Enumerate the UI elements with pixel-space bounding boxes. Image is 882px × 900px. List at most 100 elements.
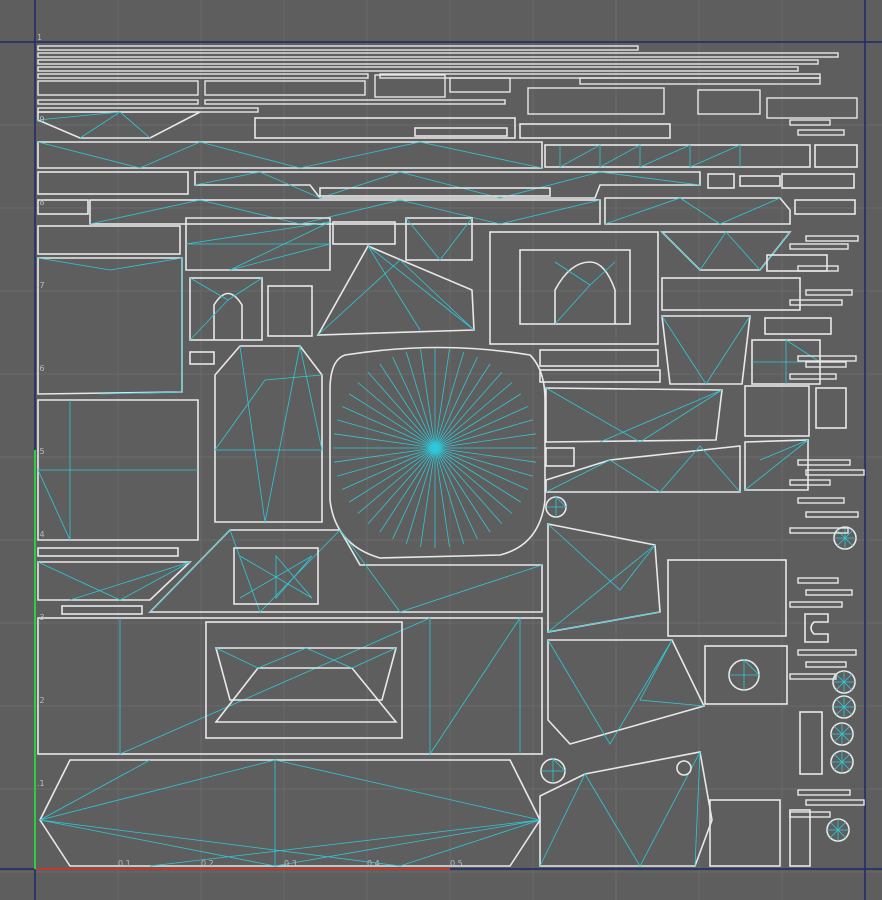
v-tick-label: 1 [37,33,42,42]
uv-circle-shell[interactable] [830,750,854,774]
uv-shell[interactable] [704,645,788,705]
uv-shell[interactable] [799,711,823,775]
uv-shell[interactable] [37,171,189,195]
v-tick-label: .8 [37,198,45,207]
v-tick-label: .6 [37,364,45,373]
uv-shell[interactable] [540,758,566,784]
uv-shell[interactable] [319,187,551,197]
uv-editor-viewport[interactable]: 0.1 0.2 0.3 0.4 0.5 1 .9 .8 .7 .6 .5 .4 … [0,0,882,900]
uv-shell[interactable] [37,225,181,255]
uv-shell[interactable] [660,231,792,271]
uv-circle-shell[interactable] [826,818,850,842]
uv-strip[interactable] [797,649,857,656]
radial-edge [336,419,436,449]
uv-shells[interactable] [37,45,865,867]
uv-shell[interactable] [148,529,543,613]
uv-strip[interactable] [789,373,837,380]
uv-strip[interactable] [805,469,865,476]
uv-shell[interactable] [214,345,323,523]
uv-strip[interactable] [805,361,847,368]
u-tick-label: 0.3 [284,859,297,868]
uv-strip[interactable] [789,299,843,306]
uv-shell[interactable] [37,141,543,169]
uv-shell[interactable] [332,221,396,245]
uv-strip[interactable] [797,129,845,136]
uv-shell[interactable] [814,144,858,168]
uv-strip[interactable] [797,355,857,362]
u-tick-label: 0.4 [367,859,380,868]
uv-strip[interactable] [805,235,859,242]
v-tick-label: .3 [37,613,45,622]
uv-shell[interactable] [804,613,829,643]
uv-shell[interactable] [194,171,701,199]
uv-shell[interactable] [545,496,567,518]
uv-circle-shell[interactable] [832,695,856,719]
radial-edge [434,447,513,514]
uv-shell[interactable] [37,199,89,215]
uv-shell[interactable] [794,199,856,215]
uv-shell[interactable] [37,616,543,756]
uv-strip[interactable] [797,497,845,504]
uv-strip[interactable] [805,511,859,518]
uv-strip[interactable] [797,789,851,796]
v-tick-label: .9 [37,115,45,124]
uv-shell[interactable] [414,127,508,137]
uv-canvas[interactable]: 0.1 0.2 0.3 0.4 0.5 1 .9 .8 .7 .6 .5 .4 … [0,0,882,900]
uv-shell[interactable] [539,369,661,383]
uv-strip-group[interactable] [37,45,858,119]
uv-shell[interactable] [744,385,810,437]
uv-shell[interactable] [781,173,855,189]
uv-shell[interactable] [604,197,791,225]
radial-edge [434,351,465,449]
uv-strip[interactable] [789,673,837,680]
uv-strip[interactable] [797,459,851,466]
u-tick-label: 0.1 [118,859,131,868]
uv-shell[interactable] [61,605,143,615]
uv-shell[interactable] [539,751,713,867]
u-tick-label: 0.5 [450,859,463,868]
uv-strip[interactable] [797,577,839,584]
uv-shell[interactable] [789,809,811,867]
uv-shell[interactable] [676,760,692,776]
radial-edge [405,447,436,545]
uv-shell[interactable] [667,559,787,637]
uv-shell[interactable] [815,387,847,429]
uv-shell[interactable] [661,277,801,311]
uv-shell[interactable] [547,639,706,745]
uv-shell[interactable] [38,759,541,867]
uv-shell[interactable] [539,349,659,367]
uv-shell[interactable] [544,144,811,168]
uv-strip[interactable] [805,661,847,668]
uv-shell[interactable] [267,285,313,337]
uv-shell[interactable] [545,445,741,493]
uv-circle-shell[interactable] [833,526,857,550]
uv-shell[interactable] [89,199,601,225]
uv-shell[interactable] [545,387,723,443]
uv-shell[interactable] [519,123,671,139]
uv-radial-shell[interactable] [329,346,546,559]
uv-shell[interactable] [707,173,735,189]
uv-circle-shells[interactable] [826,526,857,842]
uv-strip[interactable] [789,479,831,486]
uv-shell[interactable] [37,547,179,557]
uv-strip[interactable] [789,243,849,250]
uv-shell[interactable] [185,217,331,271]
uv-shell[interactable] [739,175,781,187]
uv-shell[interactable] [709,799,781,867]
radial-edge [336,447,436,477]
uv-shell[interactable] [766,254,828,272]
radial-triangulation [333,348,537,548]
uv-strip[interactable] [789,119,831,126]
uv-shell[interactable] [764,317,832,335]
uv-strip[interactable] [805,799,865,806]
uv-circle-shell[interactable] [830,722,854,746]
uv-shell[interactable] [205,621,403,739]
radial-edge [367,372,436,449]
uv-arch-shell[interactable] [489,231,659,345]
uv-strip[interactable] [805,589,853,596]
v-tick-label: .5 [37,447,45,456]
v-tick-label: .2 [37,696,45,705]
uv-strip[interactable] [789,601,843,608]
radial-edge [434,382,513,449]
uv-shell[interactable] [189,351,215,365]
